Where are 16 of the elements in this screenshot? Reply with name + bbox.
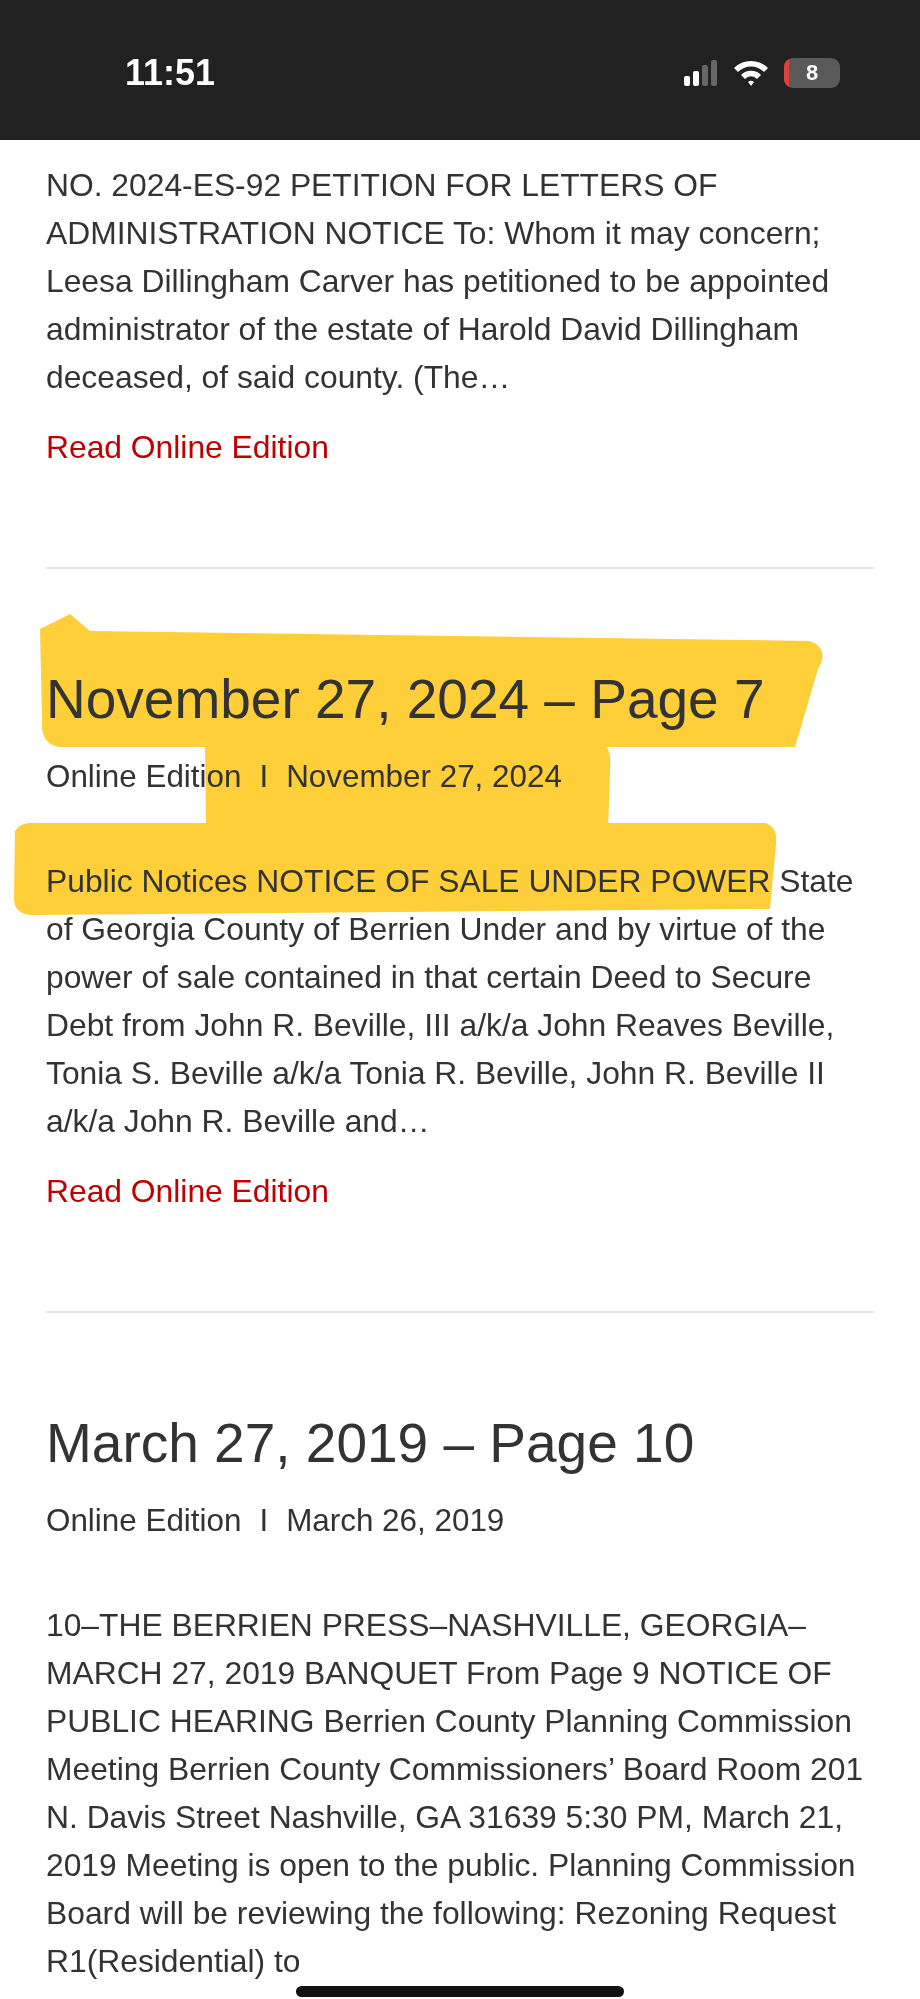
battery-icon: 8 — [784, 58, 840, 88]
article-date: November 27, 2024 — [286, 758, 562, 796]
read-online-link[interactable]: Read Online Edition — [46, 427, 329, 467]
article-title[interactable]: November 27, 2024 – Page 7 — [46, 669, 874, 729]
article-excerpt: 10–THE BERRIEN PRESS–NASHVILLE, GEORGIA–MARCH 27, 2019 BANQUET From Page 9 NOTICE OF PUBLIC HEARING Berrien County Planning Commission Meeting Berrien County Commissioners’ Board Room 201 N. Davis Street Nashville, GA 31639 5:30 PM, March 21, 2019 Meeting is open to the public. Planning Commission Board will be reviewing the following: Rezoning Request R1(Residential) to — [46, 1606, 865, 1981]
article-title[interactable]: March 27, 2019 – Page 10 — [46, 1413, 874, 1473]
read-online-link[interactable]: Read Online Edition — [46, 1171, 329, 1211]
signal-icon — [684, 60, 718, 86]
article-date: March 26, 2019 — [286, 1502, 505, 1540]
meta-separator: I — [259, 1502, 269, 1540]
article-excerpt: NO. 2024-ES-92 PETITION FOR LETTERS OF ADMINISTRATION NOTICE To: Whom it may concern; Leesa Dillingham Carver has petitioned to be appointed administrator of the estate of Harold David Dillingham deceased, of said county. (The… — [46, 166, 831, 397]
article-excerpt: Public Notices NOTICE OF SALE UNDER POWER State of Georgia County of Berrien Under and by virtue of the power of sale contained in that certain Deed to Secure Debt from John R. Beville, III a/k/a John Reaves Beville, Tonia S. Beville a/k/a Tonia R. Beville, John R. Beville II a/k/a John R. Beville and… — [46, 862, 855, 1141]
clock-time: 11:51 — [125, 52, 216, 94]
meta-separator: I — [259, 758, 269, 796]
wifi-icon — [732, 59, 770, 87]
article-category: Online Edition — [46, 1502, 242, 1540]
